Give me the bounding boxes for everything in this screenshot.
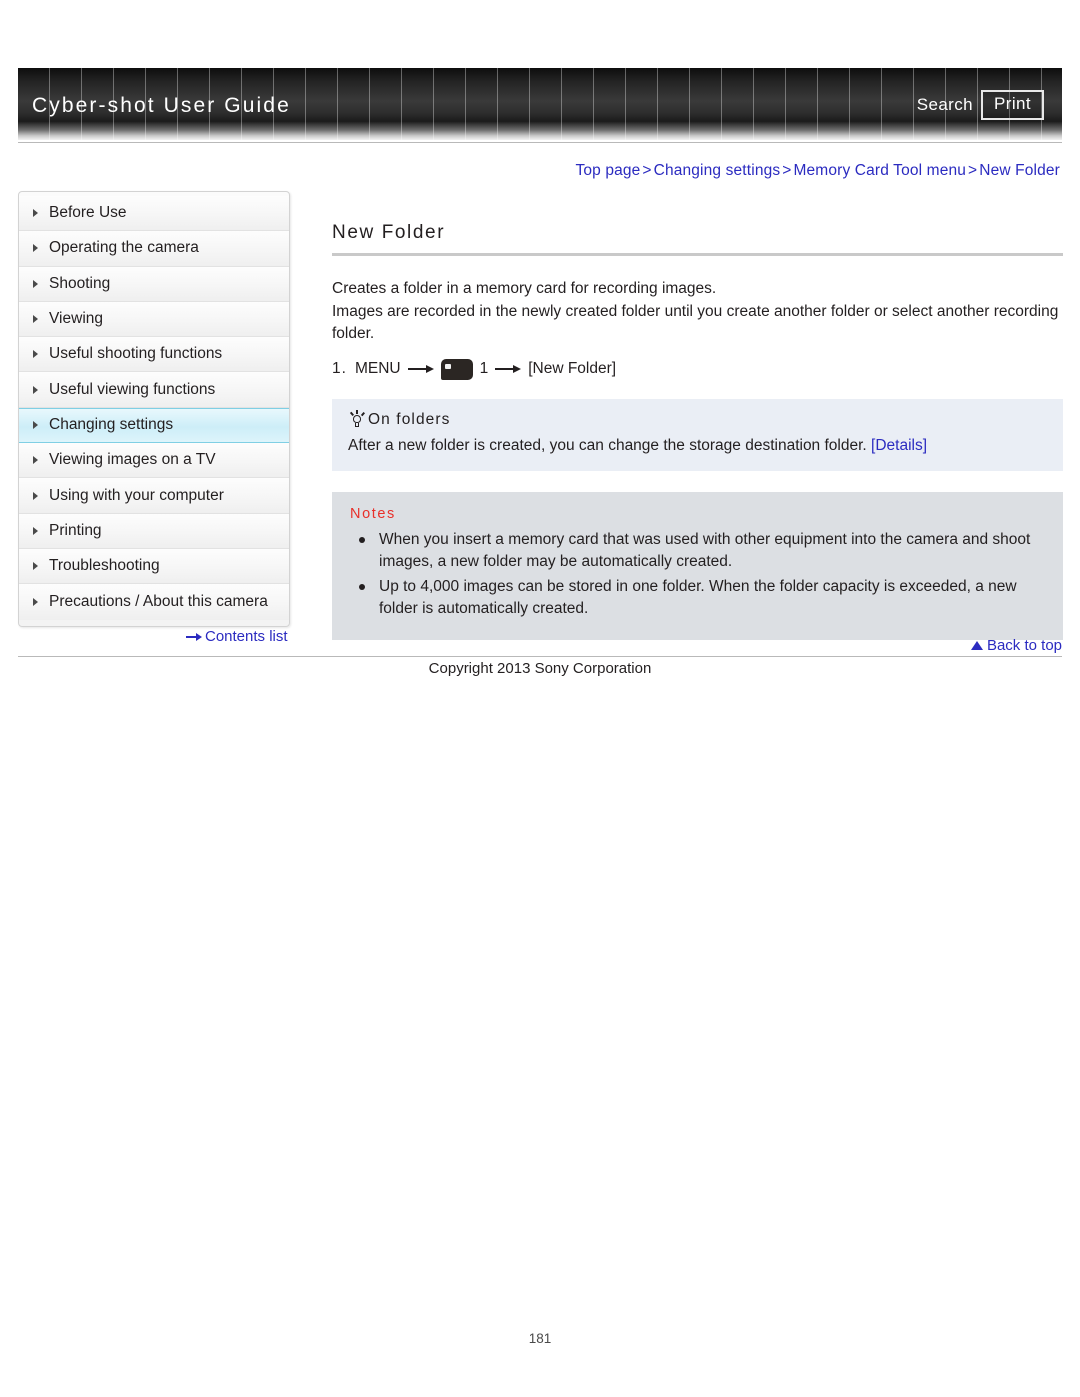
contents-list-link[interactable]: Contents list (186, 628, 288, 645)
sidebar-item-viewing[interactable]: Viewing (19, 301, 289, 338)
back-to-top-link[interactable]: Back to top (970, 637, 1062, 654)
triangle-bullet-icon (33, 421, 38, 430)
triangle-bullet-icon (33, 491, 38, 500)
menu-index: 1 (479, 360, 489, 378)
title-divider (332, 253, 1063, 256)
procedure-step: 1. MENU 1 [New Folder] (332, 358, 1063, 380)
note-item: When you insert a memory card that was u… (350, 529, 1045, 574)
copyright-text: Copyright 2013 Sony Corporation (428, 660, 652, 677)
notes-box: Notes When you insert a memory card that… (332, 491, 1063, 640)
bullet-dot-icon (359, 536, 365, 543)
sidebar-item-label: Useful viewing functions (49, 380, 216, 398)
intro-paragraph-1: Creates a folder in a memory card for re… (332, 280, 717, 297)
tip-heading: On folders (348, 409, 1047, 430)
tip-box: On folders After a new folder is created… (332, 398, 1063, 471)
sidebar-item-operating-the-camera[interactable]: Operating the camera (19, 231, 289, 267)
print-button[interactable]: Print (981, 90, 1044, 120)
main-content: New Folder Creates a folder in a memory … (332, 222, 1063, 640)
triangle-bullet-icon (33, 279, 38, 288)
note-item: Up to 4,000 images can be stored in one … (350, 576, 1045, 621)
contents-list-label: Contents list (205, 628, 288, 645)
sidebar-navigation: Before Use Operating the camera Shooting… (18, 191, 290, 627)
breadcrumb-item-top-page[interactable]: Top page (575, 162, 640, 179)
breadcrumb-item-memory-card-tool-menu[interactable]: Memory Card Tool menu (793, 162, 966, 179)
sidebar-item-using-with-your-computer[interactable]: Using with your computer (19, 478, 289, 514)
intro-paragraph-2: Images are recorded in the newly created… (332, 302, 1059, 343)
bullet-dot-icon (359, 583, 365, 590)
sidebar-item-shooting[interactable]: Shooting (19, 266, 289, 302)
sidebar-item-label: Changing settings (49, 416, 174, 434)
note-text: Up to 4,000 images can be stored in one … (379, 577, 1017, 618)
search-link[interactable]: Search (917, 95, 973, 115)
tip-heading-label: On folders (368, 410, 451, 428)
menu-label: MENU (354, 360, 401, 378)
triangle-bullet-icon (33, 456, 38, 465)
triangle-bullet-icon (33, 315, 38, 324)
sidebar-item-troubleshooting[interactable]: Troubleshooting (19, 548, 289, 585)
header-banner: Cyber-shot User Guide Search Print (18, 68, 1062, 140)
triangle-bullet-icon (33, 526, 38, 535)
arrow-right-icon (186, 632, 203, 642)
sidebar-item-printing[interactable]: Printing (19, 513, 289, 549)
page-title: New Folder (332, 222, 446, 243)
breadcrumb-item-new-folder[interactable]: New Folder (979, 162, 1060, 179)
triangle-bullet-icon (33, 244, 38, 253)
sidebar-item-useful-shooting-functions[interactable]: Useful shooting functions (19, 337, 289, 373)
triangle-bullet-icon (33, 385, 38, 394)
arrow-right-icon (407, 364, 434, 374)
notes-list: When you insert a memory card that was u… (350, 529, 1045, 621)
site-title: Cyber-shot User Guide (32, 94, 291, 117)
memory-card-tool-icon (440, 358, 473, 380)
sidebar-item-useful-viewing-functions[interactable]: Useful viewing functions (19, 372, 289, 408)
notes-heading: Notes (350, 505, 396, 522)
arrow-right-icon (495, 364, 522, 374)
sidebar-item-label: Viewing images on a TV (49, 451, 216, 469)
triangle-bullet-icon (33, 562, 38, 571)
triangle-bullet-icon (33, 350, 38, 359)
breadcrumb-separator: > (642, 162, 652, 179)
step-target: [New Folder] (528, 360, 617, 378)
triangle-up-icon (970, 641, 983, 650)
sidebar-item-label: Printing (49, 521, 102, 539)
note-text: When you insert a memory card that was u… (379, 530, 1031, 571)
tip-body: After a new folder is created, you can c… (348, 436, 867, 454)
sidebar-item-label: Viewing (49, 310, 104, 328)
sidebar-item-label: Using with your computer (49, 486, 224, 504)
breadcrumb-item-changing-settings[interactable]: Changing settings (654, 162, 781, 179)
breadcrumb-separator: > (968, 162, 978, 179)
lightbulb-icon (348, 409, 366, 430)
breadcrumb-separator: > (782, 162, 792, 179)
step-number: 1. (332, 360, 347, 378)
sidebar-item-viewing-images-on-a-tv[interactable]: Viewing images on a TV (19, 443, 289, 479)
sidebar-item-label: Useful shooting functions (49, 345, 223, 363)
triangle-bullet-icon (33, 597, 38, 606)
triangle-bullet-icon (33, 209, 38, 218)
sidebar-item-label: Operating the camera (49, 239, 199, 257)
sidebar-item-label: Troubleshooting (49, 557, 160, 575)
sidebar-item-before-use[interactable]: Before Use (19, 196, 289, 232)
page-number: 181 (528, 1331, 552, 1346)
sidebar-item-label: Precautions / About this camera (49, 592, 268, 610)
sidebar-item-label: Before Use (49, 204, 127, 222)
sidebar-item-precautions-about-this-camera[interactable]: Precautions / About this camera (19, 584, 289, 620)
tip-text: After a new folder is created, you can c… (348, 435, 1047, 456)
breadcrumb: Top page > Changing settings > Memory Card T… (575, 162, 1060, 180)
sidebar-item-changing-settings[interactable]: Changing settings (19, 407, 289, 444)
footer-divider (18, 656, 1062, 657)
details-link[interactable]: [Details] (871, 437, 927, 454)
header-divider (18, 142, 1062, 143)
sidebar-item-label: Shooting (49, 274, 111, 292)
back-to-top-label: Back to top (986, 637, 1062, 654)
